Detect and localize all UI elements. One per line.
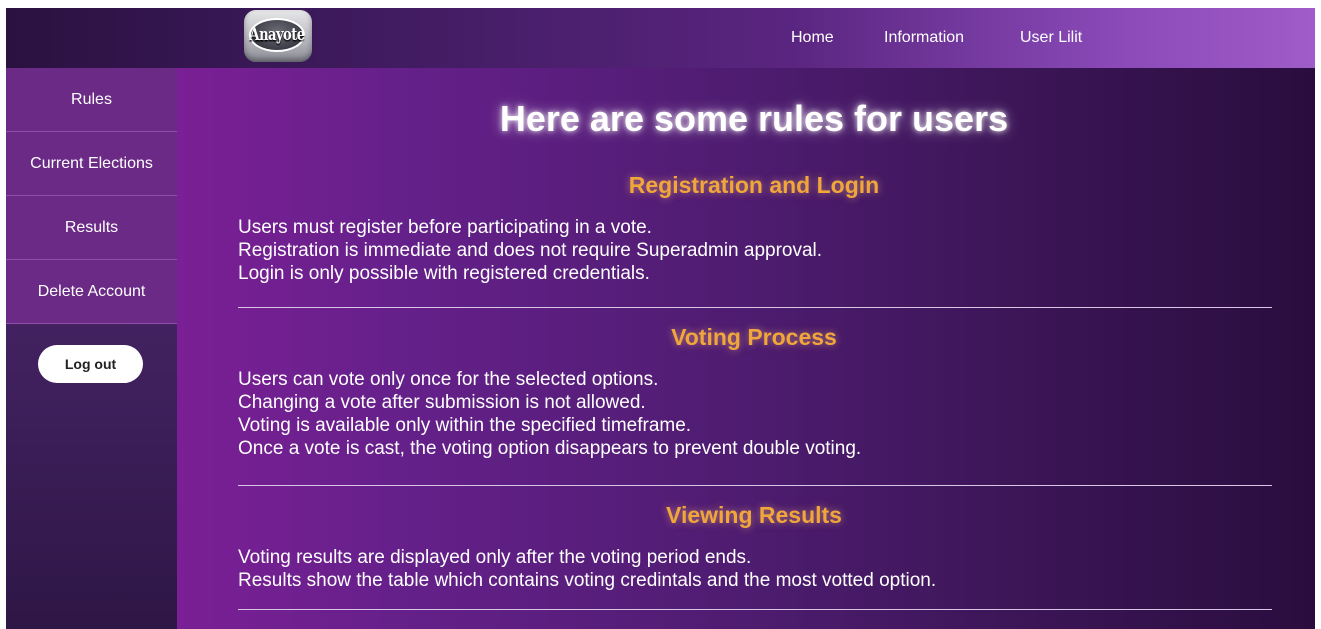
sidebar-item-delete-account[interactable]: Delete Account xyxy=(6,260,177,324)
main-content: Here are some rules for users Registrati… xyxy=(177,68,1315,629)
sidebar-item-results[interactable]: Results xyxy=(6,196,177,260)
rule-line: Changing a vote after submission is not … xyxy=(238,392,646,413)
rule-line: Users must register before participating… xyxy=(238,217,652,238)
sidebar-item-label: Current Elections xyxy=(30,154,153,172)
rule-line: Results show the table which contains vo… xyxy=(238,570,937,591)
nav-user-link[interactable]: User Lilit xyxy=(1020,8,1082,68)
sidebar-item-label: Delete Account xyxy=(37,282,146,300)
section-heading-registration: Registration and Login xyxy=(628,172,880,198)
logo[interactable]: Anayote xyxy=(244,10,312,62)
section-body-voting: Users can vote only once for the selecte… xyxy=(238,368,861,460)
sidebar-item-label: Rules xyxy=(71,90,112,108)
top-navbar: Anayote Home Information User Lilit xyxy=(6,8,1315,68)
logout-button[interactable]: Log out xyxy=(38,345,143,383)
nav-user-label[interactable]: User Lilit xyxy=(1020,29,1082,47)
logo-emblem: Anayote xyxy=(249,18,305,52)
rule-line: Login is only possible with registered c… xyxy=(238,263,650,284)
nav-home-label[interactable]: Home xyxy=(791,29,834,47)
sidebar-item-rules[interactable]: Rules xyxy=(6,68,177,132)
nav-information-link[interactable]: Information xyxy=(884,8,964,68)
sidebar: Rules Current Elections Results Delete A… xyxy=(6,68,177,629)
section-divider xyxy=(238,307,1272,308)
section-heading-results: Viewing Results xyxy=(666,502,842,528)
rule-line: Users can vote only once for the selecte… xyxy=(238,369,659,390)
app-frame: Anayote Home Information User Lilit Rule… xyxy=(6,8,1315,629)
section-heading-voting: Voting Process xyxy=(671,324,837,350)
nav-information-label[interactable]: Information xyxy=(884,29,964,47)
section-body-results: Voting results are displayed only after … xyxy=(238,546,936,592)
logo-text: Anayote xyxy=(249,25,305,45)
sidebar-item-current-elections[interactable]: Current Elections xyxy=(6,132,177,196)
rule-line: Voting is available only within the spec… xyxy=(238,415,692,436)
rule-line: Once a vote is cast, the voting option d… xyxy=(238,438,862,459)
section-body-registration: Users must register before participating… xyxy=(238,216,822,285)
rule-line: Voting results are displayed only after … xyxy=(238,547,752,568)
sidebar-item-label: Results xyxy=(64,218,119,236)
nav-home-link[interactable]: Home xyxy=(791,8,834,68)
section-divider xyxy=(238,609,1272,610)
rule-line: Registration is immediate and does not r… xyxy=(238,240,823,261)
page-title: Here are some rules for users xyxy=(499,98,1009,139)
section-divider xyxy=(238,485,1272,486)
